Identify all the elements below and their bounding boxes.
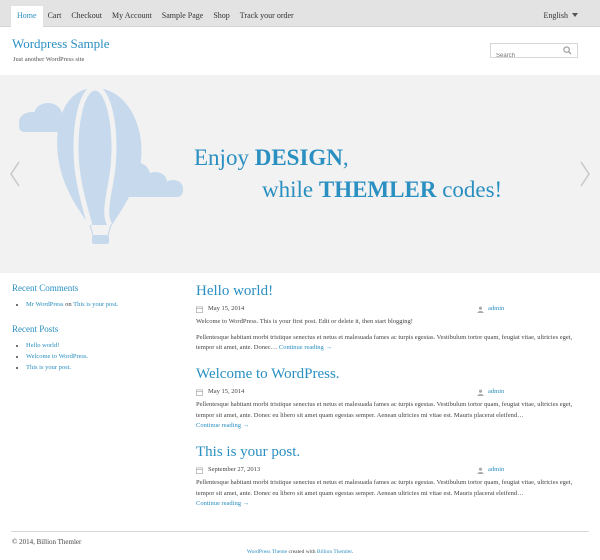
recent-post-link[interactable]: This is your post. (26, 364, 71, 371)
hot-air-balloon-illustration (19, 85, 183, 244)
user-icon (477, 467, 484, 474)
sidebar: Recent Comments Mr WordPress on This is … (12, 283, 182, 387)
calendar-icon (196, 389, 203, 396)
post-excerpt: Welcome to WordPress. This is your first… (196, 318, 413, 325)
post-author-link[interactable]: admin (488, 388, 504, 395)
menu-item-home[interactable]: Home (11, 6, 43, 27)
continue-reading-link[interactable]: Continue reading → (196, 500, 249, 507)
post-excerpt: Pellentesque habitant morbi tristique se… (196, 400, 587, 432)
post-author-link[interactable]: admin (488, 466, 504, 473)
menu-item-my-account[interactable]: My Account (107, 6, 157, 27)
post-article: Hello world! May 15, 2014 admin Welcome … (196, 283, 587, 354)
site-title[interactable]: Wordpress Sample (12, 36, 110, 52)
site-tagline: Just another WordPress site (13, 56, 85, 63)
post-author-link[interactable]: admin (488, 305, 504, 312)
excerpt-text: Pellentesque habitant morbi tristique se… (196, 479, 573, 497)
excerpt-text: Pellentesque habitant morbi tristique se… (196, 401, 573, 419)
top-navigation-bar: Home Cart Checkout My Account Sample Pag… (0, 0, 600, 27)
post-article: This is your post. September 27, 2013 ad… (196, 444, 587, 510)
post-title-link[interactable]: Hello world! (196, 283, 587, 300)
post-meta: May 15, 2014 admin (196, 388, 587, 399)
list-item: Mr WordPress on This is your post. (26, 299, 182, 310)
slider-prev-arrow-icon[interactable] (9, 161, 21, 187)
continue-reading-link[interactable]: Continue reading → (279, 344, 332, 351)
wordpress-theme-link[interactable]: WordPress Theme (247, 549, 287, 555)
recent-post-link[interactable]: Welcome to WordPress. (26, 353, 88, 360)
calendar-icon (196, 306, 203, 313)
footer-divider (11, 531, 589, 532)
post-meta: September 27, 2013 admin (196, 466, 587, 477)
language-dropdown[interactable]: English (544, 11, 578, 20)
comment-post-link[interactable]: This is your post. (73, 301, 118, 308)
hero-headline-line2: while THEMLER codes! (262, 177, 502, 203)
billion-themler-link[interactable]: Billion Themler (317, 549, 352, 555)
continue-reading-link[interactable]: Continue reading → (196, 422, 249, 429)
post-excerpt: Pellentesque habitant morbi tristique se… (196, 333, 587, 354)
slider-next-arrow-icon[interactable] (579, 161, 591, 187)
credit-text: . (351, 549, 354, 555)
hero-text: codes! (436, 177, 503, 202)
search-box (490, 43, 578, 63)
menu-item-shop[interactable]: Shop (208, 6, 234, 27)
recent-comments-widget: Recent Comments Mr WordPress on This is … (12, 283, 182, 310)
post-date: May 15, 2014 (208, 388, 245, 395)
search-icon[interactable] (563, 46, 572, 55)
list-item: Hello world! (26, 340, 182, 351)
list-item: This is your post. (26, 362, 182, 373)
calendar-icon (196, 467, 203, 474)
menu-item-checkout[interactable]: Checkout (66, 6, 107, 27)
menu-item-sample-page[interactable]: Sample Page (157, 6, 209, 27)
post-date: September 27, 2013 (208, 466, 261, 473)
comment-on-text: on (65, 301, 72, 308)
menu-item-cart[interactable]: Cart (43, 6, 67, 27)
excerpt-text: Pellentesque habitant morbi tristique se… (196, 333, 573, 352)
main-menu: Home Cart Checkout My Account Sample Pag… (11, 6, 299, 27)
post-title-link[interactable]: This is your post. (196, 444, 587, 461)
widget-title: Recent Comments (12, 283, 79, 293)
post-article: Welcome to WordPress. May 15, 2014 admin… (196, 366, 587, 432)
recent-posts-widget: Recent Posts Hello world! Welcome to Wor… (12, 324, 182, 373)
hero-emphasis: DESIGN (254, 145, 343, 170)
post-excerpt: Pellentesque habitant morbi tristique se… (196, 478, 587, 510)
footer-credit: WordPress Theme created with Billion The… (0, 549, 600, 555)
user-icon (477, 389, 484, 396)
comment-author-link[interactable]: Mr WordPress (26, 301, 63, 308)
menu-item-track-order[interactable]: Track your order (235, 6, 299, 27)
footer-copyright: © 2014, Billion Themler (12, 538, 82, 546)
hero-emphasis: THEMLER (318, 177, 437, 202)
credit-text: created with (287, 549, 317, 555)
post-date: May 15, 2014 (208, 305, 245, 312)
hero-text: while (262, 177, 319, 202)
widget-title: Recent Posts (12, 324, 59, 334)
list-item: Welcome to WordPress. (26, 351, 182, 362)
hero-slider: Enjoy DESIGN, while THEMLER codes! (0, 75, 600, 273)
post-meta: May 15, 2014 admin (196, 305, 587, 316)
post-title-link[interactable]: Welcome to WordPress. (196, 366, 587, 383)
language-label: English (543, 11, 568, 20)
hero-headline-line1: Enjoy DESIGN, (194, 145, 349, 171)
recent-post-link[interactable]: Hello world! (26, 342, 59, 349)
user-icon (477, 306, 484, 313)
hero-text: Enjoy (194, 145, 255, 170)
hero-text: , (342, 145, 349, 170)
search-input[interactable] (491, 49, 561, 63)
caret-down-icon (572, 13, 578, 17)
